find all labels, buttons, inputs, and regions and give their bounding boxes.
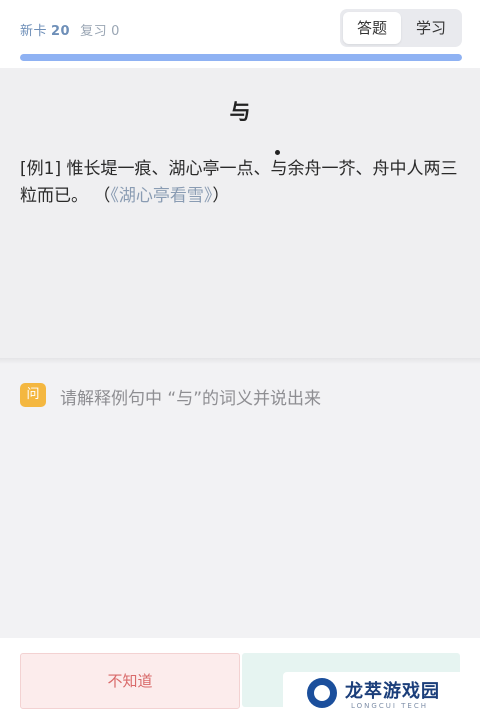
example-close: ）: [212, 186, 230, 206]
review-count: 0: [111, 24, 120, 39]
new-cards-label: 新卡: [20, 24, 48, 39]
progress-bar-fill: [20, 54, 462, 61]
card-word: 与: [229, 100, 251, 124]
question-prompt: 请解释例句中 “与”的词义并说出来: [60, 389, 322, 409]
emphasis-dot-icon: [275, 150, 281, 155]
example-source-link[interactable]: 《湖心亭看雪》: [110, 186, 212, 206]
mode-switch: 答题 学习: [340, 9, 462, 47]
top-bar: 新卡 20 复习 0 答题 学习: [0, 0, 480, 68]
review-label: 复习: [80, 24, 108, 39]
example-sentence: [例1] 惟长堤一痕、湖心亭一点、 与余舟一芥、舟中人两三粒而已。 （《湖心亭看雪…: [20, 150, 460, 210]
watermark-logo-icon: [307, 678, 337, 708]
progress-bar: [20, 54, 462, 61]
example-prefix: [例1] 惟长堤一痕、湖心亭一点、: [20, 159, 271, 179]
new-cards-count: 20: [51, 24, 71, 39]
flashcard: 与 [例1] 惟长堤一痕、湖心亭一点、 与余舟一芥、舟中人两三粒而已。 （《湖心亭…: [0, 70, 480, 358]
watermark-subtitle: LONGCUI TECH: [351, 702, 428, 710]
tab-study[interactable]: 学习: [402, 12, 460, 44]
example-target-text: 与: [270, 159, 288, 179]
dont-know-button[interactable]: 不知道: [20, 653, 240, 709]
watermark-title: 龙萃游戏园: [345, 681, 440, 702]
tab-answer[interactable]: 答题: [343, 12, 401, 44]
question-badge-icon: 问: [20, 383, 46, 407]
question-area: 问 请解释例句中 “与”的词义并说出来: [0, 364, 480, 638]
watermark: 龙萃游戏园 LONGCUI TECH: [283, 672, 473, 718]
example-target-char: 与: [270, 150, 288, 179]
card-counts: 新卡 20 复习 0: [20, 20, 130, 39]
